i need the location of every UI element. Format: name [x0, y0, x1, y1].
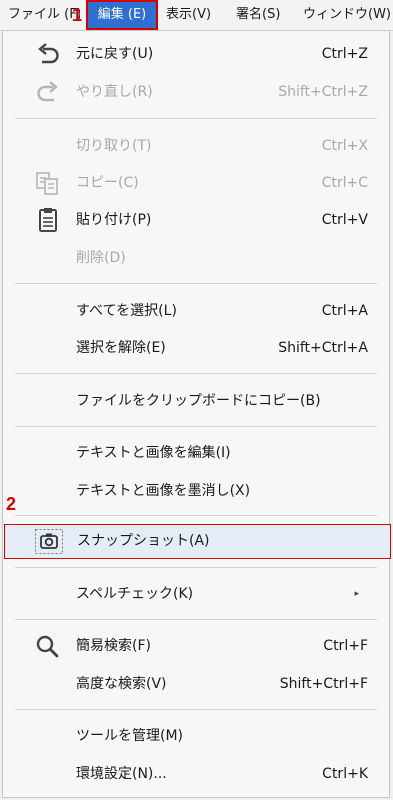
- menu-item-redact-text-images[interactable]: テキストと画像を墨消し(X): [3, 473, 389, 510]
- menu-item-deselect[interactable]: 選択を解除(E) Shift+Ctrl+A: [3, 330, 389, 367]
- menu-separator: [15, 515, 377, 516]
- menu-item-shortcut: Shift+Ctrl+F: [279, 676, 368, 692]
- menu-item-label: スペルチェック(K): [76, 586, 194, 602]
- menu-separator: [15, 373, 377, 374]
- menu-sign[interactable]: 署名(S): [236, 0, 292, 30]
- menu-item-advanced-search[interactable]: 高度な検索(V) Shift+Ctrl+F: [3, 666, 389, 703]
- menu-item-redo[interactable]: やり直し(R) Shift+Ctrl+Z: [3, 74, 389, 111]
- menu-item-shortcut: Ctrl+V: [321, 212, 368, 228]
- menu-view[interactable]: 表示(V): [166, 0, 226, 30]
- menu-item-label: 高度な検索(V): [76, 676, 167, 692]
- menu-item-label: すべてを選択(L): [76, 303, 177, 319]
- menu-item-select-all[interactable]: すべてを選択(L) Ctrl+A: [3, 293, 389, 330]
- submenu-arrow-icon: ▸: [354, 589, 359, 599]
- menu-item-copy[interactable]: コピー(C) Ctrl+C: [3, 165, 389, 202]
- menu-item-delete[interactable]: 削除(D): [3, 240, 389, 277]
- menu-separator: [15, 567, 377, 568]
- menu-window[interactable]: ウィンドウ(W): [303, 0, 391, 30]
- menu-separator: [15, 118, 377, 119]
- paste-icon: [39, 208, 57, 232]
- menu-item-shortcut: Ctrl+K: [322, 766, 368, 782]
- search-icon: [36, 635, 59, 658]
- menu-item-paste[interactable]: 貼り付け(P) Ctrl+V: [3, 202, 389, 239]
- menu-file[interactable]: ファイル (F): [8, 0, 80, 30]
- menu-item-shortcut: Shift+Ctrl+Z: [278, 84, 368, 100]
- menu-item-label: スナップショット(A): [77, 533, 210, 549]
- menu-item-label: 簡易検索(F): [76, 638, 151, 654]
- menu-item-copy-file-to-clipboard[interactable]: ファイルをクリップボードにコピー(B): [3, 383, 389, 420]
- menu-item-shortcut: Ctrl+F: [323, 638, 368, 654]
- menu-item-preferences[interactable]: 環境設定(N)... Ctrl+K: [3, 756, 389, 793]
- menu-item-label: やり直し(R): [76, 84, 153, 100]
- menu-item-shortcut: Ctrl+X: [321, 138, 368, 154]
- menu-item-label: ツールを管理(M): [76, 728, 184, 744]
- menu-item-shortcut: Ctrl+Z: [321, 46, 368, 62]
- menu-item-snapshot[interactable]: スナップショット(A): [4, 524, 391, 559]
- copy-icon: [36, 172, 58, 195]
- menu-item-cut[interactable]: 切り取り(T) Ctrl+X: [3, 128, 389, 165]
- menu-item-label: テキストと画像を墨消し(X): [76, 483, 251, 499]
- menu-separator: [15, 426, 377, 427]
- menu-edit[interactable]: 編集 (E): [86, 0, 158, 30]
- menu-item-manage-tools[interactable]: ツールを管理(M): [3, 718, 389, 755]
- menu-item-undo[interactable]: 元に戻す(U) Ctrl+Z: [3, 36, 389, 73]
- menu-item-shortcut: Ctrl+C: [321, 175, 368, 191]
- menu-bar: ファイル (F) 編集 (E) 表示(V) 署名(S) ウィンドウ(W): [0, 0, 393, 31]
- menu-item-label: 環境設定(N)...: [76, 766, 167, 782]
- step-2-annotation: 2: [6, 494, 17, 514]
- menu-item-shortcut: Shift+Ctrl+A: [278, 340, 368, 356]
- menu-item-label: 削除(D): [76, 250, 126, 266]
- menu-separator: [15, 283, 377, 284]
- step-1-annotation: 1: [72, 5, 83, 25]
- menu-separator: [15, 619, 377, 620]
- menu-item-quick-find[interactable]: 簡易検索(F) Ctrl+F: [3, 628, 389, 665]
- menu-item-label: 元に戻す(U): [76, 46, 154, 62]
- menu-item-label: テキストと画像を編集(I): [76, 445, 231, 461]
- edit-menu-dropdown: 元に戻す(U) Ctrl+Z やり直し(R) Shift+Ctrl+Z 切り取り…: [2, 30, 391, 798]
- menu-item-label: ファイルをクリップボードにコピー(B): [76, 393, 321, 409]
- menu-item-label: 貼り付け(P): [76, 212, 152, 228]
- menu-item-edit-text-images[interactable]: テキストと画像を編集(I): [3, 435, 389, 472]
- menu-item-label: コピー(C): [76, 175, 139, 191]
- menu-item-spellcheck[interactable]: スペルチェック(K) ▸: [3, 576, 389, 613]
- redo-icon: [37, 81, 58, 102]
- menu-separator: [15, 709, 377, 710]
- undo-icon: [38, 43, 59, 64]
- menu-item-label: 選択を解除(E): [76, 340, 166, 356]
- camera-icon: [35, 529, 63, 554]
- menu-item-shortcut: Ctrl+A: [321, 303, 368, 319]
- menu-item-label: 切り取り(T): [76, 138, 152, 154]
